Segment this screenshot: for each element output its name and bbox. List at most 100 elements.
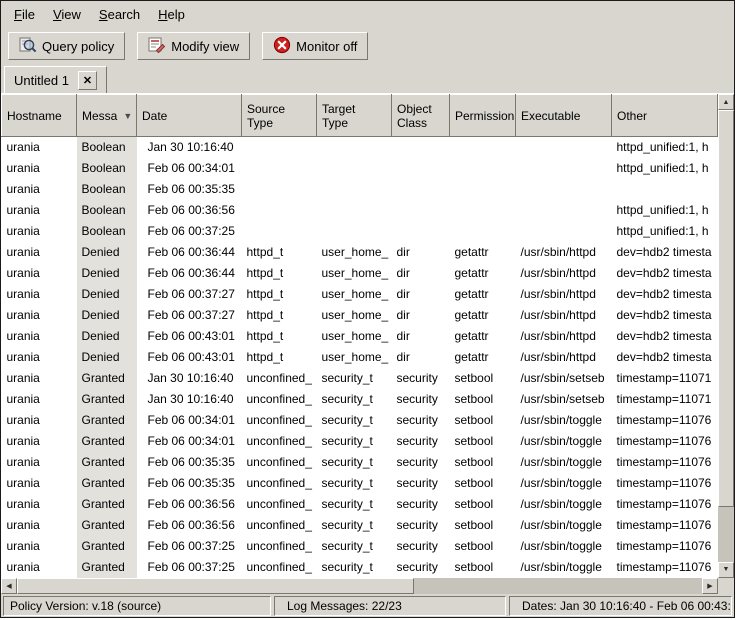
table-row[interactable]: uraniaGrantedJan 30 10:16:40unconfined_s… — [2, 368, 718, 389]
cell-date: Feb 06 00:36:56 — [137, 515, 242, 536]
column-header-hostname[interactable]: Hostname — [2, 95, 77, 137]
table-row[interactable]: uraniaBooleanFeb 06 00:37:25httpd_unifie… — [2, 221, 718, 242]
horizontal-scroll-thumb[interactable] — [17, 578, 414, 594]
toolbar: Query policy Modify view Mo — [1, 27, 734, 65]
table-row[interactable]: uraniaBooleanFeb 06 00:36:56httpd_unifie… — [2, 200, 718, 221]
tab-untitled-1[interactable]: Untitled 1 ✕ — [4, 66, 107, 93]
table-row[interactable]: uraniaBooleanJan 30 10:16:40httpd_unifie… — [2, 137, 718, 158]
cell-source_type: unconfined_ — [242, 494, 317, 515]
cell-source_type — [242, 137, 317, 158]
cell-target_type: security_t — [317, 473, 392, 494]
cell-message: Boolean — [77, 221, 137, 242]
column-header-source-type[interactable]: Source Type — [242, 95, 317, 137]
table-row[interactable]: uraniaDeniedFeb 06 00:37:27httpd_tuser_h… — [2, 305, 718, 326]
table-row[interactable]: uraniaGrantedFeb 06 00:36:56unconfined_s… — [2, 494, 718, 515]
column-header-permission[interactable]: Permission — [450, 95, 516, 137]
table-row[interactable]: uraniaGrantedFeb 06 00:37:25unconfined_s… — [2, 557, 718, 578]
cell-other: timestamp=11076 — [612, 536, 718, 557]
table-row[interactable]: uraniaBooleanFeb 06 00:34:01httpd_unifie… — [2, 158, 718, 179]
cell-executable: /usr/sbin/toggle — [516, 431, 612, 452]
up-arrow-icon: ▲ — [723, 99, 730, 106]
cell-hostname: urania — [2, 242, 77, 263]
table-row[interactable]: uraniaGrantedFeb 06 00:37:25unconfined_s… — [2, 536, 718, 557]
cell-other: httpd_unified:1, h — [612, 158, 718, 179]
table-row[interactable]: uraniaDeniedFeb 06 00:37:27httpd_tuser_h… — [2, 284, 718, 305]
cell-hostname: urania — [2, 137, 77, 158]
cell-other: timestamp=11076 — [612, 515, 718, 536]
horizontal-scroll-track[interactable] — [17, 578, 702, 594]
cell-date: Feb 06 00:36:44 — [137, 242, 242, 263]
cell-date: Feb 06 00:34:01 — [137, 158, 242, 179]
vertical-scrollbar[interactable]: ▲ ▼ — [718, 94, 734, 578]
table-row[interactable]: uraniaGrantedJan 30 10:16:40unconfined_s… — [2, 389, 718, 410]
sort-descending-icon: ▼ — [123, 111, 132, 121]
vertical-scroll-thumb[interactable] — [718, 110, 734, 507]
menu-search[interactable]: Search — [90, 3, 149, 26]
column-header-executable[interactable]: Executable — [516, 95, 612, 137]
cell-permission: getattr — [450, 326, 516, 347]
cell-target_type: security_t — [317, 494, 392, 515]
cell-message: Granted — [77, 431, 137, 452]
menu-view[interactable]: View — [44, 3, 90, 26]
cell-source_type — [242, 158, 317, 179]
cell-executable: /usr/sbin/toggle — [516, 452, 612, 473]
cell-target_type: security_t — [317, 389, 392, 410]
table-row[interactable]: uraniaDeniedFeb 06 00:43:01httpd_tuser_h… — [2, 347, 718, 368]
scroll-up-button[interactable]: ▲ — [718, 94, 734, 110]
cell-object_class: dir — [392, 284, 450, 305]
query-policy-label: Query policy — [42, 39, 114, 54]
query-policy-button[interactable]: Query policy — [8, 32, 125, 60]
scroll-right-button[interactable]: ▶ — [702, 578, 718, 594]
column-header-message[interactable]: Messa▼ — [77, 95, 137, 137]
cell-source_type: httpd_t — [242, 305, 317, 326]
cell-other: timestamp=11071 — [612, 368, 718, 389]
seaudit-window: FileViewSearchHelp Query policy — [0, 0, 735, 618]
cell-source_type: httpd_t — [242, 284, 317, 305]
cell-other: dev=hdb2 timesta — [612, 284, 718, 305]
monitor-off-button[interactable]: Monitor off — [262, 32, 368, 60]
cell-source_type — [242, 200, 317, 221]
column-header-object-class[interactable]: Object Class — [392, 95, 450, 137]
tab-close-button[interactable]: ✕ — [78, 71, 97, 90]
column-header-target-type[interactable]: Target Type — [317, 95, 392, 137]
table-row[interactable]: uraniaBooleanFeb 06 00:35:35 — [2, 179, 718, 200]
magnifier-icon — [19, 36, 37, 57]
table-row[interactable]: uraniaGrantedFeb 06 00:34:01unconfined_s… — [2, 431, 718, 452]
scroll-left-button[interactable]: ◀ — [1, 578, 17, 594]
cell-message: Denied — [77, 347, 137, 368]
cell-message: Granted — [77, 494, 137, 515]
log-table-wrap: Hostname Messa▼ Date Source Type Target … — [1, 94, 718, 578]
table-row[interactable]: uraniaGrantedFeb 06 00:36:56unconfined_s… — [2, 515, 718, 536]
statusbar: Policy Version: v.18 (source) Log Messag… — [1, 594, 734, 618]
cell-object_class: security — [392, 536, 450, 557]
cell-executable: /usr/sbin/httpd — [516, 347, 612, 368]
scroll-down-button[interactable]: ▼ — [718, 562, 734, 578]
table-row[interactable]: uraniaDeniedFeb 06 00:43:01httpd_tuser_h… — [2, 326, 718, 347]
cell-target_type: user_home_ — [317, 347, 392, 368]
table-row[interactable]: uraniaGrantedFeb 06 00:35:35unconfined_s… — [2, 473, 718, 494]
table-row[interactable]: uraniaDeniedFeb 06 00:36:44httpd_tuser_h… — [2, 263, 718, 284]
menu-help[interactable]: Help — [149, 3, 194, 26]
log-view: Hostname Messa▼ Date Source Type Target … — [1, 93, 734, 594]
cell-target_type: security_t — [317, 515, 392, 536]
column-header-date[interactable]: Date — [137, 95, 242, 137]
cell-date: Feb 06 00:37:25 — [137, 536, 242, 557]
table-row[interactable]: uraniaGrantedFeb 06 00:34:01unconfined_s… — [2, 410, 718, 431]
table-row[interactable]: uraniaGrantedFeb 06 00:35:35unconfined_s… — [2, 452, 718, 473]
cell-message: Boolean — [77, 158, 137, 179]
horizontal-scrollbar[interactable]: ◀ ▶ — [1, 578, 718, 594]
cell-hostname: urania — [2, 221, 77, 242]
table-row[interactable]: uraniaDeniedFeb 06 00:36:44httpd_tuser_h… — [2, 242, 718, 263]
vertical-scroll-track[interactable] — [718, 110, 734, 562]
cell-object_class: dir — [392, 347, 450, 368]
column-header-other[interactable]: Other — [612, 95, 718, 137]
cell-message: Granted — [77, 452, 137, 473]
cell-target_type — [317, 200, 392, 221]
cell-executable: /usr/sbin/setseb — [516, 389, 612, 410]
modify-view-button[interactable]: Modify view — [137, 32, 250, 60]
cell-permission: setbool — [450, 473, 516, 494]
cell-executable: /usr/sbin/toggle — [516, 410, 612, 431]
cell-message: Denied — [77, 305, 137, 326]
cell-date: Feb 06 00:34:01 — [137, 431, 242, 452]
menu-file[interactable]: File — [5, 3, 44, 26]
